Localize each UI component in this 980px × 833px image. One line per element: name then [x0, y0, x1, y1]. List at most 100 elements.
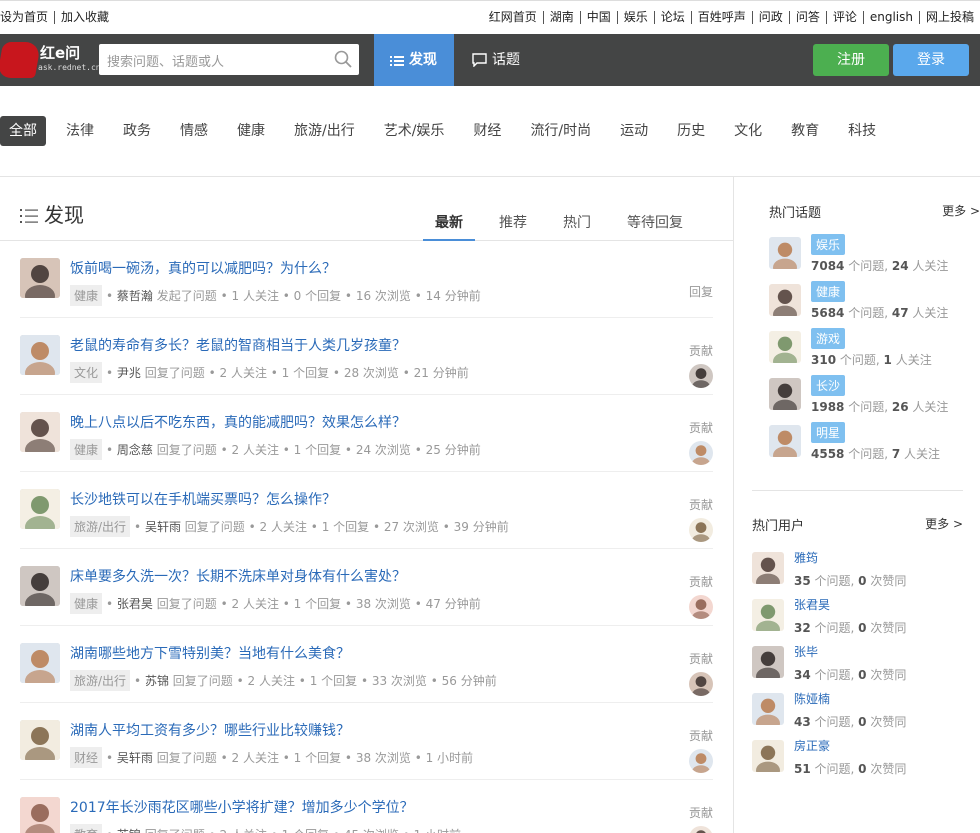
topic-image[interactable]: [769, 331, 801, 363]
avatar[interactable]: [20, 797, 60, 833]
top-link[interactable]: 湖南: [542, 11, 580, 24]
user-name-link[interactable]: 房正豪: [794, 737, 830, 754]
top-link[interactable]: 中国: [579, 11, 617, 24]
user-name-link[interactable]: 陈娅楠: [794, 690, 830, 707]
user-name-link[interactable]: 张君昊: [794, 596, 830, 613]
avatar[interactable]: [20, 412, 60, 452]
topic-tag[interactable]: 健康: [70, 285, 103, 306]
register-button[interactable]: 注册: [813, 44, 889, 76]
topic-image[interactable]: [769, 378, 801, 410]
category-item[interactable]: 历史: [668, 116, 714, 146]
topic-tag[interactable]: 旅游/出行: [70, 670, 131, 691]
question-title-link[interactable]: 湖南人平均工资有多少？哪些行业比较赚钱？: [70, 720, 350, 740]
category-item[interactable]: 旅游/出行: [285, 116, 364, 146]
topic-tag[interactable]: 教育: [70, 824, 103, 833]
question-title-link[interactable]: 2017年长沙雨花区哪些小学将扩建？增加多少个学位？: [70, 797, 414, 817]
category-item[interactable]: 教育: [782, 116, 828, 146]
topic-name-tag[interactable]: 明星: [811, 422, 846, 443]
question-title-link[interactable]: 老鼠的寿命有多长？老鼠的智商相当于人类几岁孩童？: [70, 335, 406, 355]
avatar[interactable]: [752, 552, 784, 584]
top-link[interactable]: 评论: [825, 11, 863, 24]
user-link[interactable]: 苏锦: [117, 828, 141, 833]
user-link[interactable]: 张君昊: [117, 597, 153, 611]
tab-latest[interactable]: 最新: [423, 213, 475, 241]
topic-tag[interactable]: 健康: [70, 439, 103, 460]
avatar[interactable]: [20, 335, 60, 375]
question-title-link[interactable]: 长沙地铁可以在手机端买票吗？怎么操作？: [70, 489, 336, 509]
nav-discover[interactable]: 发现: [374, 34, 454, 86]
topic-name-tag[interactable]: 健康: [811, 281, 846, 302]
question-title-link[interactable]: 饭前喝一碗汤，真的可以减肥吗？为什么？: [70, 258, 336, 278]
category-item[interactable]: 全部: [0, 116, 46, 146]
user-link[interactable]: 周念慈: [117, 443, 153, 457]
topic-tag[interactable]: 文化: [70, 362, 103, 383]
search-box[interactable]: 搜索问题、话题或人: [99, 44, 359, 75]
avatar[interactable]: [752, 599, 784, 631]
category-item[interactable]: 情感: [171, 116, 217, 146]
top-link[interactable]: 论坛: [653, 11, 691, 24]
topic-image[interactable]: [769, 237, 801, 269]
contributor-avatar[interactable]: [689, 441, 713, 465]
avatar[interactable]: [752, 646, 784, 678]
category-item[interactable]: 艺术/娱乐: [375, 116, 454, 146]
topic-tag[interactable]: 旅游/出行: [70, 516, 131, 537]
user-name-link[interactable]: 张毕: [794, 643, 818, 660]
category-item[interactable]: 运动: [611, 116, 657, 146]
contributor-avatar[interactable]: [689, 364, 713, 388]
topic-name-tag[interactable]: 长沙: [811, 375, 846, 396]
tab-unanswered[interactable]: 等待回复: [615, 213, 695, 241]
topic-image[interactable]: [769, 284, 801, 316]
topic-image[interactable]: [769, 425, 801, 457]
tab-hot[interactable]: 热门: [551, 213, 603, 241]
category-item[interactable]: 法律: [57, 116, 103, 146]
topic-tag[interactable]: 财经: [70, 747, 103, 768]
top-link[interactable]: 问政: [751, 11, 789, 24]
top-link[interactable]: 加入收藏: [54, 11, 115, 24]
category-item[interactable]: 科技: [839, 116, 885, 146]
category-item[interactable]: 健康: [228, 116, 274, 146]
user-link[interactable]: 吴轩雨: [117, 751, 153, 765]
avatar[interactable]: [752, 693, 784, 725]
site-logo[interactable]: 红e问 ask.rednet.cn: [0, 40, 101, 80]
top-link[interactable]: 红网首页: [489, 11, 543, 24]
user-link[interactable]: 尹兆: [117, 366, 141, 380]
avatar[interactable]: [20, 643, 60, 683]
contributor-avatar[interactable]: [689, 826, 713, 833]
question-title-link[interactable]: 湖南哪些地方下雪特别美？当地有什么美食？: [70, 643, 350, 663]
user-link[interactable]: 蔡哲瀚: [117, 289, 153, 303]
contributor-avatar[interactable]: [689, 595, 713, 619]
avatar[interactable]: [20, 489, 60, 529]
topic-tag[interactable]: 健康: [70, 593, 103, 614]
topic-name-tag[interactable]: 娱乐: [811, 234, 846, 255]
top-link[interactable]: 百姓呼声: [690, 11, 752, 24]
user-link[interactable]: 苏锦: [145, 674, 169, 688]
category-item[interactable]: 政务: [114, 116, 160, 146]
top-link[interactable]: 设为首页: [0, 11, 54, 24]
nav-topics[interactable]: 话题: [456, 34, 536, 86]
user-name-link[interactable]: 雅筠: [794, 549, 818, 566]
contributor-avatar[interactable]: [689, 672, 713, 696]
hot-topics-more-link[interactable]: 更多 >: [942, 202, 980, 219]
login-button[interactable]: 登录: [893, 44, 969, 76]
hot-users-more-link[interactable]: 更多 >: [925, 515, 963, 532]
top-link[interactable]: 娱乐: [616, 11, 654, 24]
topic-name-tag[interactable]: 游戏: [811, 328, 846, 349]
tab-recommended[interactable]: 推荐: [487, 213, 539, 241]
user-link[interactable]: 吴轩雨: [145, 520, 181, 534]
avatar[interactable]: [752, 740, 784, 772]
contributor-avatar[interactable]: [689, 518, 713, 542]
top-link[interactable]: english: [862, 11, 919, 24]
top-link[interactable]: 网上投稿: [918, 11, 980, 24]
search-icon[interactable]: [333, 49, 353, 69]
question-title-link[interactable]: 晚上八点以后不吃东西，真的能减肥吗？效果怎么样？: [70, 412, 406, 432]
category-item[interactable]: 财经: [464, 116, 510, 146]
search-input[interactable]: 搜索问题、话题或人: [107, 51, 224, 70]
avatar[interactable]: [20, 258, 60, 298]
top-link[interactable]: 问答: [788, 11, 826, 24]
avatar[interactable]: [20, 566, 60, 606]
contributor-avatar[interactable]: [689, 749, 713, 773]
question-title-link[interactable]: 床单要多久洗一次？长期不洗床单对身体有什么害处？: [70, 566, 406, 586]
category-item[interactable]: 流行/时尚: [521, 116, 600, 146]
avatar[interactable]: [20, 720, 60, 760]
category-item[interactable]: 文化: [725, 116, 771, 146]
